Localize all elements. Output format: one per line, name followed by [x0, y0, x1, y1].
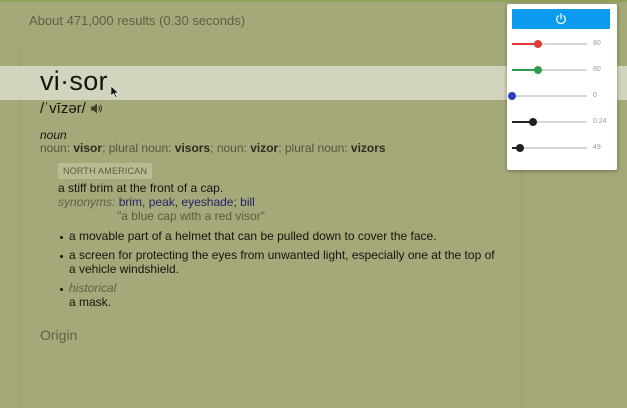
bullet-dot — [60, 255, 63, 258]
slider-green[interactable] — [512, 64, 587, 76]
form-value: vizors — [350, 141, 386, 155]
register-label: historical — [69, 281, 117, 295]
top-accent-line — [0, 0, 627, 2]
synonym-link-bill[interactable]: bill — [240, 195, 255, 209]
filter-extension-panel: 80 80 0 0.24 49 — [507, 4, 617, 170]
slider-thumb[interactable] — [508, 92, 516, 100]
power-toggle-button[interactable] — [512, 9, 610, 29]
form-value: vizor — [250, 141, 279, 155]
slider-thumb[interactable] — [534, 40, 543, 48]
form-label: plural noun: — [284, 141, 351, 155]
definition-1: a stiff brim at the front of a cap. — [58, 181, 224, 195]
form-sep: ; — [102, 141, 109, 155]
pronunciation: /ˈvīzər/ — [40, 100, 103, 117]
synonym-link-eyeshade[interactable]: eyeshade — [181, 195, 233, 209]
slider-value-red: 80 — [593, 40, 601, 47]
slider-value-blue: 0 — [593, 92, 597, 99]
power-icon — [556, 13, 566, 25]
speaker-icon[interactable] — [90, 102, 103, 115]
synonyms-label: synonyms: — [58, 195, 116, 209]
part-of-speech: noun — [40, 128, 67, 142]
slider-value-green: 80 — [593, 66, 601, 73]
form-value: visors — [174, 141, 211, 155]
slider-track[interactable] — [512, 95, 587, 97]
slider-blue[interactable] — [508, 90, 587, 102]
slider-opacity[interactable] — [512, 116, 587, 128]
usage-example: "a blue cap with a red visor" — [117, 209, 265, 223]
definition-4: a mask. — [69, 295, 112, 309]
bullet-dot — [60, 288, 63, 291]
form-label: noun: — [216, 141, 251, 155]
form-label: noun: — [40, 141, 74, 155]
slider-thumb[interactable] — [515, 144, 524, 152]
definition-3-line2: a vehicle windshield. — [69, 262, 180, 276]
slider-brightness[interactable] — [512, 142, 587, 154]
form-value: visor — [73, 141, 103, 155]
bullet-dot — [60, 236, 63, 239]
definition-2: a movable part of a helmet that can be p… — [69, 229, 437, 243]
definition-3-line1: a screen for protecting the eyes from un… — [69, 248, 495, 262]
synonym-link-brim[interactable]: brim — [119, 195, 142, 209]
headword: vi·sor — [40, 66, 108, 96]
phonetic-text: /ˈvīzər/ — [40, 100, 86, 117]
synonyms-row: synonyms: brim, peak, eyeshade; bill — [58, 195, 255, 209]
origin-heading[interactable]: Origin — [40, 327, 77, 343]
form-sep: ; — [278, 141, 285, 155]
mouse-cursor-icon — [111, 86, 119, 98]
slider-thumb[interactable] — [529, 118, 537, 126]
slider-red[interactable] — [512, 38, 587, 50]
form-sep: ; — [210, 141, 217, 155]
slider-value-opacity: 0.24 — [593, 118, 607, 125]
region-badge: NORTH AMERICAN — [58, 163, 153, 179]
slider-thumb[interactable] — [534, 66, 543, 74]
results-stats: About 471,000 results (0.30 seconds) — [29, 13, 246, 28]
synonym-link-peak[interactable]: peak — [149, 195, 175, 209]
word-forms: noun: visor; plural noun: visors; noun: … — [40, 141, 386, 155]
form-label: plural noun: — [108, 141, 175, 155]
slider-value-brightness: 49 — [593, 144, 601, 151]
